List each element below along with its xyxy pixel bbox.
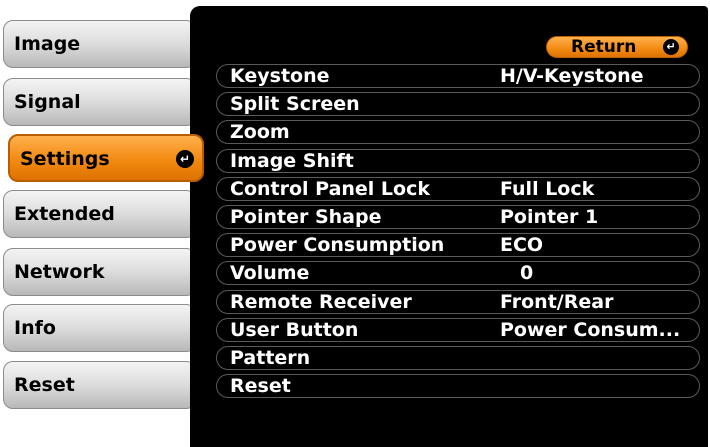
tab-signal[interactable]: Signal	[3, 78, 196, 126]
menu-item-pattern[interactable]: Pattern	[216, 344, 700, 372]
tab-label: Info	[14, 317, 56, 339]
menu-item-zoom[interactable]: Zoom	[216, 118, 700, 146]
projector-menu-screen: Image Signal Extended Network Info Reset…	[0, 0, 710, 447]
menu-item-volume[interactable]: Volume 0	[216, 259, 700, 287]
item-value: Full Lock	[500, 177, 595, 200]
menu-item-user-button[interactable]: User Button Power Consum...	[216, 316, 700, 344]
tab-image[interactable]: Image	[3, 20, 196, 68]
tab-label: Extended	[14, 203, 115, 225]
item-label: Split Screen	[230, 93, 360, 116]
menu-item-reset[interactable]: Reset	[216, 372, 700, 400]
settings-list: Keystone H/V-Keystone Split Screen Zoom …	[216, 62, 700, 400]
tab-settings[interactable]: Settings ↵	[8, 134, 204, 182]
item-label: Reset	[230, 375, 291, 398]
tab-label: Settings	[20, 148, 110, 170]
item-value: ECO	[500, 234, 544, 257]
tab-reset[interactable]: Reset	[3, 361, 196, 409]
return-button[interactable]: Return ↵	[546, 36, 688, 58]
item-label: Keystone	[230, 65, 330, 87]
tab-network[interactable]: Network	[3, 248, 196, 296]
menu-item-split-screen[interactable]: Split Screen	[216, 90, 700, 118]
item-value: Pointer 1	[500, 205, 599, 228]
item-label: Pattern	[230, 346, 311, 369]
menu-item-image-shift[interactable]: Image Shift	[216, 147, 700, 175]
item-label: Image Shift	[230, 149, 354, 172]
item-label: Remote Receiver	[230, 290, 412, 313]
enter-icon: ↵	[176, 150, 194, 168]
panel-connector	[190, 16, 208, 416]
enter-icon: ↵	[663, 39, 679, 55]
item-label: Pointer Shape	[230, 205, 382, 228]
menu-item-control-panel-lock[interactable]: Control Panel Lock Full Lock	[216, 175, 700, 203]
tab-label: Reset	[14, 374, 75, 396]
item-value: Power Consum...	[500, 318, 681, 341]
tab-label: Network	[14, 261, 105, 283]
item-value: Front/Rear	[500, 290, 614, 313]
item-value: 0	[520, 262, 534, 285]
item-value: H/V-Keystone	[500, 65, 644, 87]
menu-item-power-consumption[interactable]: Power Consumption ECO	[216, 231, 700, 259]
item-label: Control Panel Lock	[230, 177, 430, 200]
menu-item-pointer-shape[interactable]: Pointer Shape Pointer 1	[216, 203, 700, 231]
item-label: Volume	[230, 262, 310, 285]
tab-extended[interactable]: Extended	[3, 190, 196, 238]
return-label: Return	[571, 37, 637, 57]
tab-info[interactable]: Info	[3, 304, 196, 352]
item-label: Zoom	[230, 121, 290, 144]
menu-item-keystone[interactable]: Keystone H/V-Keystone	[216, 62, 700, 90]
tab-label: Image	[14, 33, 81, 55]
item-label: User Button	[230, 318, 359, 341]
item-label: Power Consumption	[230, 234, 445, 257]
menu-item-remote-receiver[interactable]: Remote Receiver Front/Rear	[216, 288, 700, 316]
tab-label: Signal	[14, 91, 81, 113]
